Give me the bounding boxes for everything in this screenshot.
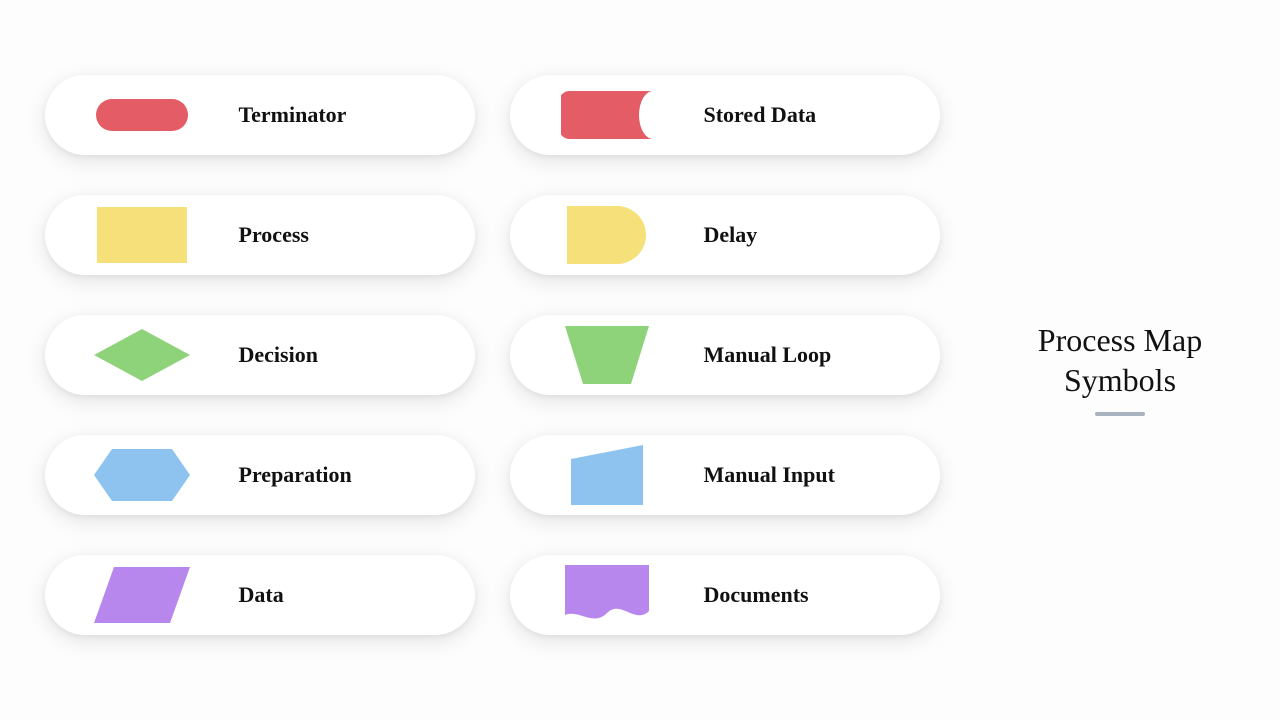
- title-line-1: Process Map: [990, 320, 1250, 360]
- symbol-stored-data: Stored Data: [510, 75, 940, 155]
- symbol-decision: Decision: [45, 315, 475, 395]
- symbol-terminator: Terminator: [45, 75, 475, 155]
- process-icon: [45, 195, 239, 275]
- preparation-icon: [45, 435, 239, 515]
- title-line-2: Symbols: [990, 360, 1250, 400]
- data-icon: [45, 555, 239, 635]
- delay-label: Delay: [704, 222, 941, 248]
- data-label: Data: [239, 582, 476, 608]
- stored-data-label: Stored Data: [704, 102, 941, 128]
- process-label: Process: [239, 222, 476, 248]
- symbol-delay: Delay: [510, 195, 940, 275]
- page-title: Process Map Symbols: [990, 320, 1250, 416]
- decision-label: Decision: [239, 342, 476, 368]
- preparation-label: Preparation: [239, 462, 476, 488]
- documents-label: Documents: [704, 582, 941, 608]
- manual-loop-label: Manual Loop: [704, 342, 941, 368]
- symbol-documents: Documents: [510, 555, 940, 635]
- symbol-data: Data: [45, 555, 475, 635]
- stored-data-icon: [510, 75, 704, 155]
- terminator-icon: [45, 75, 239, 155]
- title-underline: [1095, 412, 1145, 416]
- symbol-manual-loop: Manual Loop: [510, 315, 940, 395]
- decision-icon: [45, 315, 239, 395]
- manual-input-icon: [510, 435, 704, 515]
- delay-icon: [510, 195, 704, 275]
- diagram-canvas: Terminator Process Decision Preparation …: [0, 0, 1280, 720]
- symbol-manual-input: Manual Input: [510, 435, 940, 515]
- symbol-process: Process: [45, 195, 475, 275]
- symbol-preparation: Preparation: [45, 435, 475, 515]
- manual-input-label: Manual Input: [704, 462, 941, 488]
- terminator-label: Terminator: [239, 102, 476, 128]
- documents-icon: [510, 555, 704, 635]
- manual-loop-icon: [510, 315, 704, 395]
